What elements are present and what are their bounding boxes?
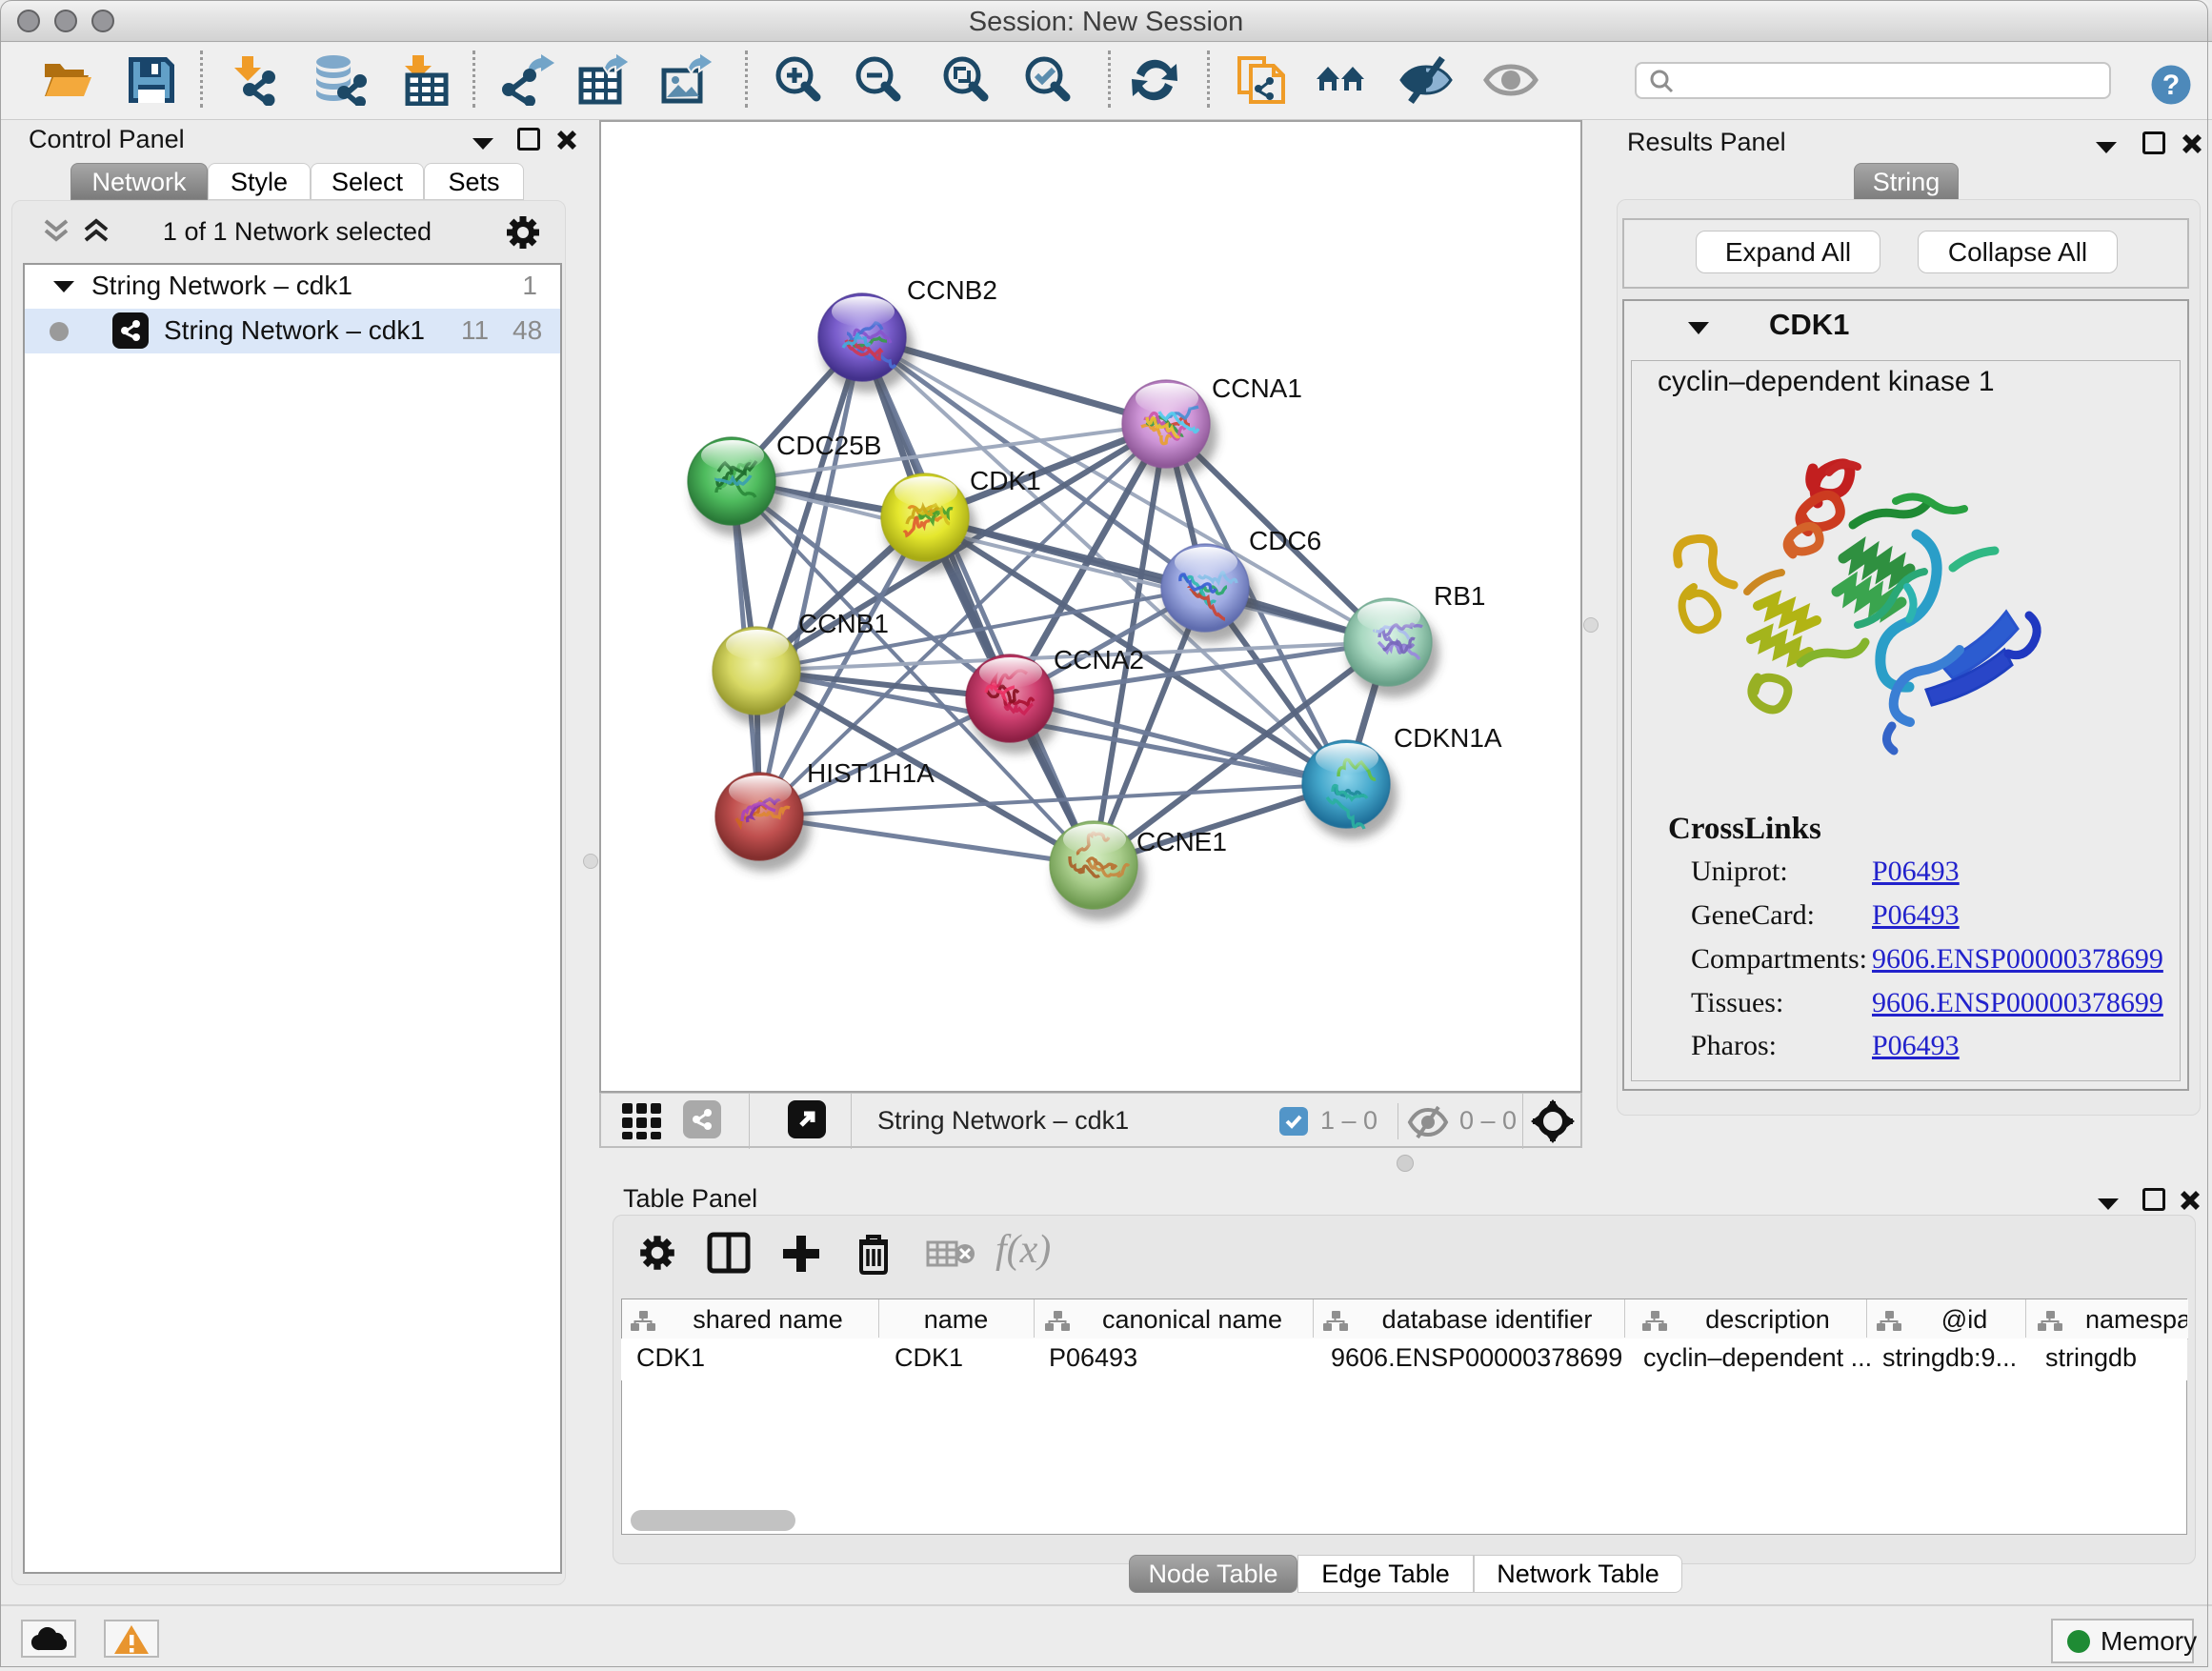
svg-text:?: ? [2162,70,2180,101]
svg-text:CCNA1: CCNA1 [1212,373,1302,403]
svg-text:CDC6: CDC6 [1249,526,1321,555]
svg-text:CCNA2: CCNA2 [1054,645,1144,674]
svg-text:CDC25B: CDC25B [776,431,881,460]
svg-text:CDK1: CDK1 [970,466,1041,495]
svg-text:CCNE1: CCNE1 [1136,827,1227,856]
svg-text:HIST1H1A: HIST1H1A [807,758,935,788]
svg-text:CCNB1: CCNB1 [798,609,889,638]
svg-text:CCNB2: CCNB2 [907,275,997,305]
svg-text:CDKN1A: CDKN1A [1394,723,1502,753]
svg-text:RB1: RB1 [1434,581,1485,611]
